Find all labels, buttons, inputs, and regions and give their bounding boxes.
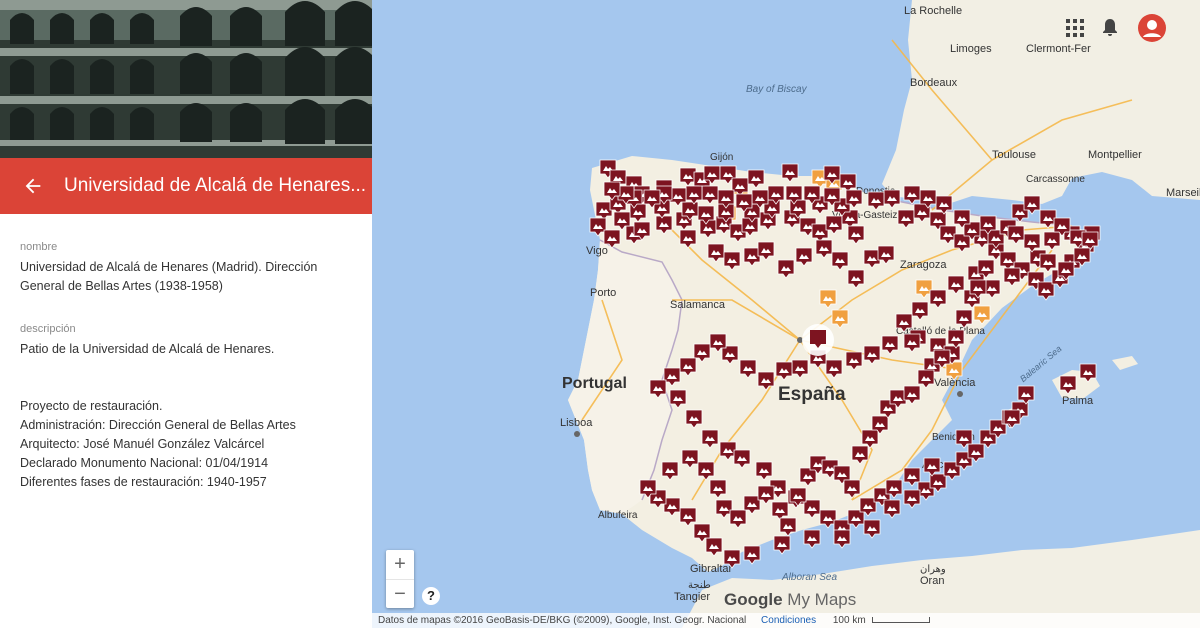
avatar[interactable] [1138, 14, 1166, 42]
label-bay-of-biscay: Bay of Biscay [746, 84, 808, 95]
label-la-rochelle: La Rochelle [904, 5, 962, 17]
nombre-line: General de Bellas Artes (1938-1958) [20, 279, 223, 293]
label-toulouse: Toulouse [992, 149, 1036, 161]
label-palma: Palma [1062, 395, 1094, 407]
label-montpellier: Montpellier [1088, 149, 1142, 161]
label-salamanca: Salamanca [670, 299, 726, 311]
notification-bell-icon[interactable] [1102, 19, 1118, 37]
descripcion-line [20, 359, 350, 378]
label-clermont: Clermont-Fer [1026, 43, 1091, 55]
label-espana: España [778, 384, 846, 405]
top-toolbar [1066, 14, 1166, 42]
attribution-text: Datos de mapas ©2016 GeoBasis-DE/BKG (©2… [378, 615, 747, 626]
field-value-descripcion: Patio de la Universidad de Alcalá de Hen… [20, 340, 350, 492]
label-oran: Oran [920, 575, 944, 587]
descripcion-line [20, 378, 350, 397]
label-bordeaux: Bordeaux [910, 77, 958, 89]
scale-text: 100 km [832, 615, 866, 626]
label-gibraltar: Gibraltar [690, 563, 733, 575]
label-tanger: Tangier [674, 591, 710, 603]
city-dot [957, 391, 963, 397]
label-limoges: Limoges [950, 43, 992, 55]
back-arrow-icon[interactable] [22, 175, 44, 197]
label-vigo: Vigo [586, 245, 608, 257]
label-porto: Porto [590, 287, 616, 299]
logo-google: Google [724, 590, 783, 609]
descripcion-line: Declarado Monumento Nacional: 01/04/1914 [20, 456, 269, 470]
label-portugal: Portugal [562, 375, 627, 392]
label-marseille: Marseill [1166, 187, 1200, 199]
title-bar: Universidad de Alcalá de Henares... [0, 158, 372, 214]
descripcion-line: Administración: Dirección General de Bel… [20, 418, 296, 432]
label-lisboa: Lisboa [560, 417, 593, 429]
descripcion-line: Diferentes fases de restauración: 1940-1… [20, 475, 267, 489]
place-title: Universidad de Alcalá de Henares... [64, 175, 367, 196]
field-label-nombre: nombre [20, 241, 58, 253]
terms-link[interactable]: Condiciones [761, 615, 816, 626]
field-label-descripcion: descripción [20, 323, 76, 335]
label-gijon: Gijón [710, 152, 733, 163]
descripcion-line: Arquitecto: José Manuél González Valcárc… [20, 437, 265, 451]
help-button[interactable]: ? [422, 587, 440, 605]
label-alboran-sea: Alboran Sea [781, 572, 837, 583]
apps-grid-icon[interactable] [1066, 19, 1084, 37]
descripcion-line: Proyecto de restauración. [20, 399, 163, 413]
map-footer: Datos de mapas ©2016 GeoBasis-DE/BKG (©2… [372, 613, 1200, 628]
city-dot [574, 431, 580, 437]
label-tanger-ar: طنجة [688, 580, 711, 591]
label-albufeira: Albufeira [598, 510, 638, 521]
zoom-in-button[interactable]: + [386, 550, 414, 580]
map-canvas[interactable]: La Rochelle Limoges Clermont-Fer Bordeau… [372, 0, 1200, 628]
descripcion-line: Patio de la Universidad de Alcalá de Hen… [20, 342, 275, 356]
zoom-out-button[interactable]: − [386, 580, 414, 609]
details-panel: Universidad de Alcalá de Henares... nomb… [0, 0, 373, 628]
zoom-control: + − [386, 550, 414, 608]
scale-bar [872, 617, 931, 623]
hero-photo [0, 0, 372, 158]
label-zaragoza: Zaragoza [900, 259, 947, 271]
field-value-nombre: Universidad de Alcalá de Henares (Madrid… [20, 258, 350, 296]
logo-mymaps: My Maps [787, 590, 857, 609]
label-carcassonne: Carcassonne [1026, 174, 1085, 185]
label-oran-ar: وهران [920, 564, 946, 575]
google-mymaps-logo: Google My Maps [724, 590, 856, 610]
nombre-line: Universidad de Alcalá de Henares (Madrid… [20, 260, 318, 274]
